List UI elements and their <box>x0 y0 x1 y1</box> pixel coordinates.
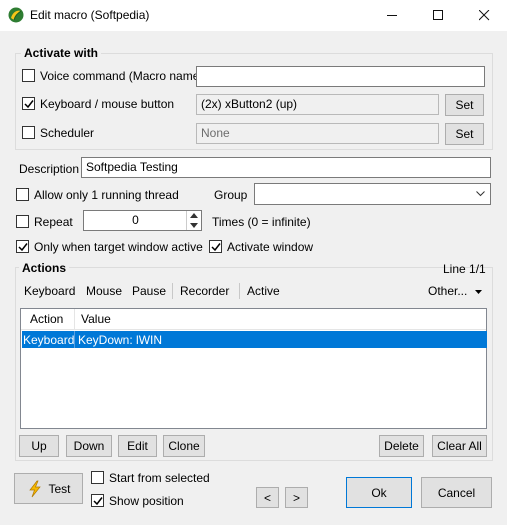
keyboard-mouse-checkbox[interactable] <box>22 97 35 110</box>
app-icon <box>8 7 24 23</box>
spin-down-icon <box>190 223 198 228</box>
toolbar-pause[interactable]: Pause <box>132 284 166 298</box>
scheduler-set-button[interactable]: Set <box>445 123 484 145</box>
line-info: Line 1/1 <box>443 262 486 276</box>
spin-up-icon <box>190 213 198 218</box>
window-title: Edit macro (Softpedia) <box>30 8 150 22</box>
close-button[interactable] <box>461 0 507 31</box>
repeat-checkbox[interactable] <box>16 215 29 228</box>
delete-button[interactable]: Delete <box>379 435 424 457</box>
column-divider[interactable] <box>74 309 75 330</box>
toolbar-keyboard[interactable]: Keyboard <box>24 284 75 298</box>
group-select[interactable] <box>254 183 491 205</box>
maximize-icon <box>432 10 443 20</box>
lightning-icon <box>29 480 42 497</box>
checkmark-icon <box>210 242 221 251</box>
scheduler-label: Scheduler <box>40 126 95 140</box>
repeat-stepper[interactable]: 0 <box>83 210 202 231</box>
voice-command-input[interactable] <box>196 66 485 87</box>
show-position-label: Show position <box>109 494 184 508</box>
show-position-checkbox[interactable] <box>91 494 104 507</box>
dropdown-arrow-icon <box>474 289 482 294</box>
actions-list[interactable]: Action Value Keyboard KeyDown: lWIN <box>20 308 487 429</box>
test-button[interactable]: Test <box>14 473 83 504</box>
toolbar-other[interactable]: Other... <box>428 284 482 298</box>
keyboard-set-button[interactable]: Set <box>445 94 484 116</box>
previous-button[interactable]: < <box>256 487 279 508</box>
repeat-spin[interactable] <box>186 211 201 230</box>
only-target-checkbox[interactable] <box>16 240 29 253</box>
single-thread-label: Allow only 1 running thread <box>34 188 179 202</box>
close-icon <box>478 10 489 21</box>
times-hint: Times (0 = infinite) <box>212 215 311 229</box>
activate-window-label: Activate window <box>227 240 314 254</box>
clear-all-button[interactable]: Clear All <box>432 435 487 457</box>
chevron-down-icon <box>476 191 485 197</box>
column-action[interactable]: Action <box>30 312 63 326</box>
only-target-label: Only when target window active <box>34 240 203 254</box>
group-label: Group <box>214 188 248 202</box>
description-label: Description <box>19 162 80 176</box>
scheduler-checkbox[interactable] <box>22 126 35 139</box>
start-from-selected-label: Start from selected <box>109 471 210 485</box>
next-button[interactable]: > <box>285 487 308 508</box>
checkmark-icon <box>23 99 34 108</box>
clone-button[interactable]: Clone <box>163 435 205 457</box>
table-row[interactable]: Keyboard KeyDown: lWIN <box>22 331 487 348</box>
title-bar: Edit macro (Softpedia) <box>0 0 507 31</box>
activate-window-checkbox[interactable] <box>209 240 222 253</box>
single-thread-checkbox[interactable] <box>16 188 29 201</box>
activate-with-title: Activate with <box>21 46 102 60</box>
scheduler-value: None <box>196 123 439 144</box>
minimize-button[interactable] <box>369 0 415 31</box>
checkmark-icon <box>17 242 28 251</box>
ok-button[interactable]: Ok <box>346 477 412 508</box>
list-header: Action Value <box>21 309 486 330</box>
up-button[interactable]: Up <box>19 435 59 457</box>
cancel-button[interactable]: Cancel <box>421 477 492 508</box>
description-input[interactable]: Softpedia Testing <box>81 157 491 178</box>
toolbar-mouse[interactable]: Mouse <box>86 284 122 298</box>
keyboard-mouse-label: Keyboard / mouse button <box>40 97 175 111</box>
column-value[interactable]: Value <box>81 312 111 326</box>
toolbar-separator <box>172 283 173 299</box>
keyboard-mouse-value: (2x) xButton2 (up) <box>196 94 439 115</box>
maximize-button[interactable] <box>415 0 461 31</box>
edit-button[interactable]: Edit <box>118 435 157 457</box>
start-from-selected-checkbox[interactable] <box>91 471 104 484</box>
voice-command-checkbox[interactable] <box>22 69 35 82</box>
toolbar-recorder[interactable]: Recorder <box>180 284 229 298</box>
repeat-label: Repeat <box>34 215 73 229</box>
toolbar-other-label: Other... <box>428 284 468 298</box>
down-button[interactable]: Down <box>66 435 112 457</box>
toolbar-active[interactable]: Active <box>247 284 280 298</box>
voice-command-label: Voice command (Macro name) <box>40 69 204 83</box>
actions-title: Actions <box>19 261 70 275</box>
checkmark-icon <box>92 496 103 505</box>
row-action: Keyboard <box>23 333 75 347</box>
toolbar-separator <box>239 283 240 299</box>
row-value: KeyDown: lWIN <box>78 333 163 347</box>
cell-divider <box>74 331 75 348</box>
minimize-icon <box>386 15 397 16</box>
test-button-label: Test <box>48 481 71 496</box>
